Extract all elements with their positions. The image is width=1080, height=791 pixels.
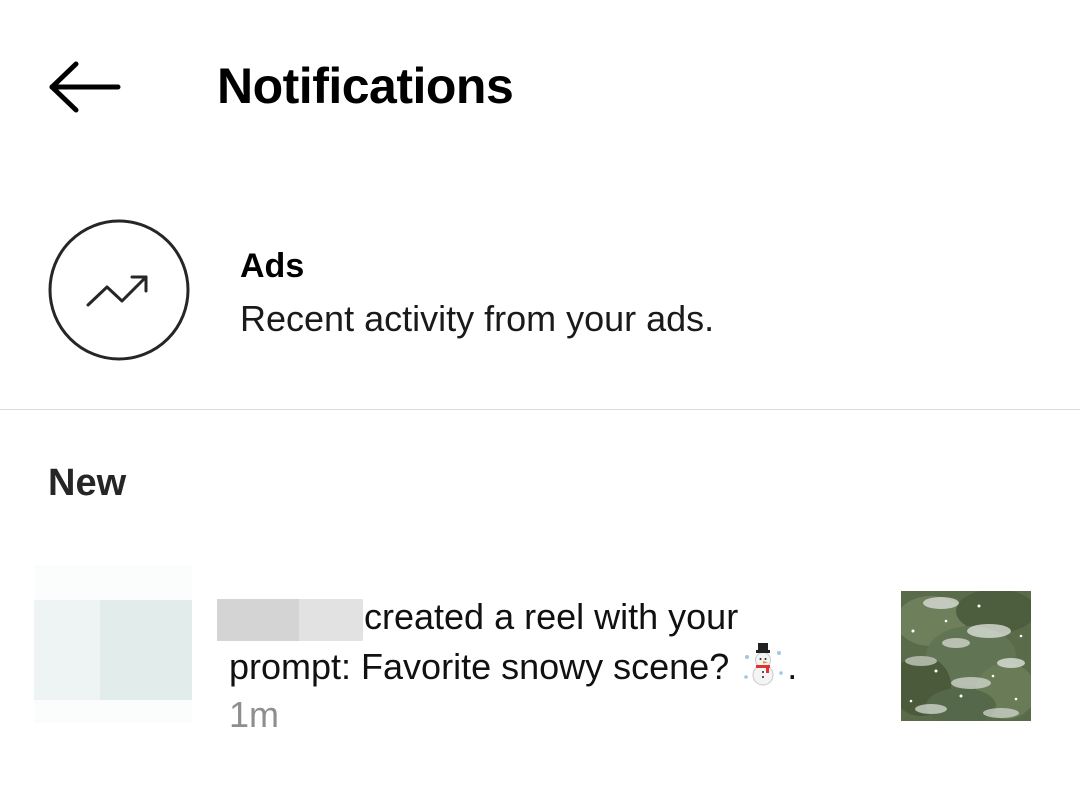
back-button[interactable] bbox=[40, 52, 130, 122]
ads-activity-row[interactable]: Ads Recent activity from your ads. bbox=[0, 205, 1080, 375]
section-new-label: New bbox=[48, 462, 127, 504]
reel-thumbnail[interactable] bbox=[901, 591, 1031, 721]
top-bar: Notifications bbox=[0, 0, 1080, 170]
notification-text-line2: prompt: Favorite snowy scene? . bbox=[229, 643, 797, 689]
notification-text-period: . bbox=[787, 646, 798, 687]
notification-text-line1: created a reel with your bbox=[364, 596, 739, 637]
arrow-left-icon bbox=[40, 52, 130, 122]
divider bbox=[0, 409, 1080, 410]
trending-up-icon bbox=[48, 219, 190, 361]
ads-title: Ads bbox=[240, 247, 305, 285]
page-title: Notifications bbox=[217, 58, 514, 114]
notification-prompt-text: prompt: Favorite snowy scene? bbox=[229, 646, 730, 687]
avatar[interactable] bbox=[34, 565, 192, 723]
snowman-icon bbox=[741, 643, 785, 687]
redacted-username[interactable] bbox=[217, 599, 363, 641]
ads-subtitle: Recent activity from your ads. bbox=[240, 298, 715, 339]
notification-item[interactable]: created a reel with your prompt: Favorit… bbox=[0, 565, 1080, 745]
notification-timestamp: 1m bbox=[229, 694, 280, 735]
